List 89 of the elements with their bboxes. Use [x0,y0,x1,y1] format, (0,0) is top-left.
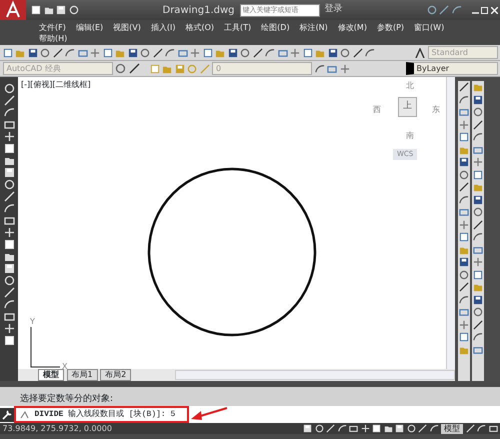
arc-icon[interactable] [458,194,468,204]
square-icon[interactable] [458,132,468,142]
model-status[interactable]: 模型 [441,424,463,434]
menu-item[interactable]: 标注(N) [294,22,333,33]
folder-icon[interactable] [4,155,14,166]
color-dropdown[interactable]: ByLayer [406,62,498,75]
arc-icon[interactable] [473,232,483,242]
line-icon[interactable] [458,82,468,92]
circle-icon[interactable] [240,48,250,58]
circle-icon[interactable] [473,107,483,117]
menu-item[interactable]: 编辑(E) [70,22,108,33]
circle-icon[interactable] [458,270,468,280]
line-icon[interactable] [458,182,468,192]
menu-item[interactable]: 工具(T) [219,22,256,33]
layout-tab[interactable]: 模型 [38,369,64,381]
arc-icon[interactable] [473,132,483,142]
app-logo-icon[interactable] [0,0,26,20]
compass-east: 东 [432,104,440,116]
ucs-axes-icon [30,326,60,368]
compass-west: 西 [373,104,381,116]
rect-icon[interactable] [4,311,14,322]
coordinates: 73.9849, 275.9732, 0.0000 [2,422,112,434]
circle-icon[interactable] [473,207,483,217]
square-icon[interactable] [302,48,312,58]
line-icon[interactable] [52,48,62,58]
maximize-icon[interactable] [481,6,488,14]
square-icon[interactable] [102,48,112,58]
rect-icon[interactable] [4,119,14,130]
square-icon[interactable] [202,48,212,58]
arc-icon[interactable] [458,294,468,304]
line-icon[interactable] [473,220,483,230]
ucs-x-label: X [62,361,68,373]
login-link[interactable]: 登录 [324,3,342,17]
text-style-icon[interactable] [415,48,425,58]
menu-item[interactable]: 参数(P) [372,22,410,33]
compass-south: 南 [406,130,414,142]
circle-icon[interactable] [340,48,350,58]
window-title: Drawing1.dwg [162,4,234,18]
square-icon[interactable] [2,48,12,58]
arc-icon[interactable] [452,5,462,15]
rect-icon[interactable] [4,215,14,226]
arc-icon[interactable] [473,332,483,342]
horizontal-scrollbar[interactable] [175,370,455,380]
line-icon[interactable] [352,48,362,58]
square-icon[interactable] [473,270,483,280]
line-icon[interactable] [473,320,483,330]
layout-tab[interactable]: 布局1 [66,369,98,381]
menu-item[interactable]: 格式(O) [180,22,220,33]
arc-icon[interactable] [458,94,468,104]
menu-item[interactable]: 视图(V) [108,22,146,33]
line-icon[interactable] [252,48,262,58]
line-icon[interactable] [152,48,162,58]
line-icon[interactable] [439,5,449,15]
ucs-y-label: Y [30,316,35,328]
menu-item[interactable]: 窗口(W) [409,22,450,33]
circle-icon[interactable] [115,63,126,74]
vertical-scrollbar[interactable] [446,77,455,369]
arc-icon[interactable] [65,48,75,58]
line-icon[interactable] [128,63,140,74]
menu-item[interactable]: 绘图(D) [256,22,295,33]
arc-icon[interactable] [365,48,375,58]
square-icon[interactable] [458,232,468,242]
square-icon[interactable] [473,170,483,180]
arc-icon[interactable] [165,48,175,58]
arc-icon[interactable] [265,48,275,58]
close-icon[interactable] [490,6,498,14]
menu-item[interactable]: 文件(F) [34,22,71,33]
arc-icon[interactable] [314,64,324,74]
compass-north: 北 [406,80,414,92]
command-text: DIVIDE 输入线段数目或 [块(B)]: 5 [34,408,176,420]
circle-icon[interactable] [458,170,468,180]
viewcube-top[interactable]: 上 [398,97,417,116]
wrench-icon[interactable] [0,408,14,422]
circle-icon[interactable] [426,5,436,15]
viewport-label[interactable]: [-][俯视][二维线框] [21,79,91,91]
circle-icon[interactable] [40,48,50,58]
line-icon[interactable] [458,282,468,292]
rect-icon[interactable] [349,424,358,433]
folder-icon[interactable] [4,251,14,262]
square-icon[interactable] [458,332,468,342]
layout-tab[interactable]: 布局2 [100,369,132,381]
folder-icon[interactable] [44,5,54,15]
menu-item[interactable]: 帮助(H) [34,33,72,44]
menu-item[interactable]: 插入(I) [146,22,180,33]
circle-icon[interactable] [140,48,150,58]
circle-icon[interactable] [473,307,483,317]
line-icon[interactable] [473,120,483,130]
rect-icon[interactable] [488,424,498,433]
menu-item[interactable]: 修改(M) [332,22,372,33]
